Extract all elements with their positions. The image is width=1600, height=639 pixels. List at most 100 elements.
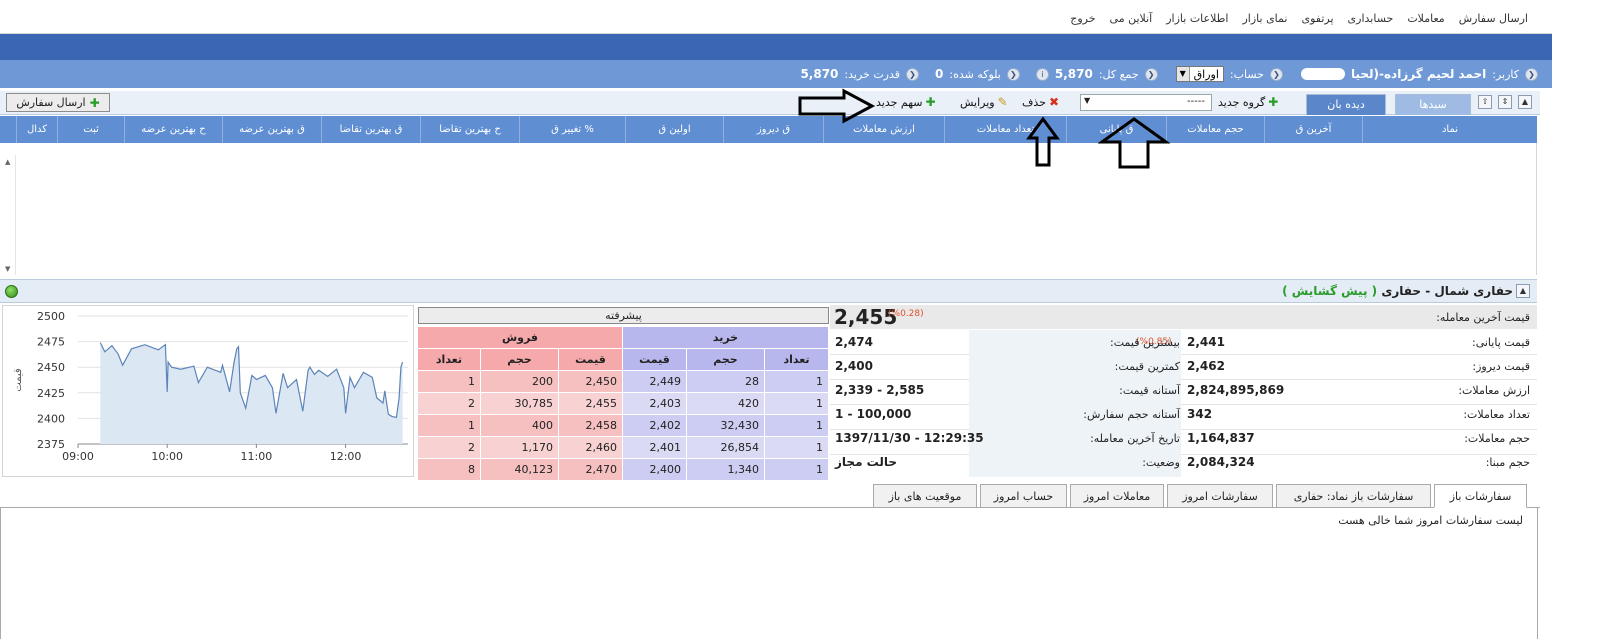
buy-count: 1 (764, 392, 829, 415)
last-trade-date-label: تاریخ آخرین معامله: (1090, 432, 1180, 445)
new-group-button[interactable]: ✚ گروه جدید (1218, 95, 1278, 109)
last-price-pct: (%0.28) (888, 309, 924, 319)
buy-volume-header: حجم (686, 348, 765, 371)
masked-name (1300, 68, 1345, 80)
chevron-down-icon: ▼ (1084, 96, 1091, 105)
book-row[interactable]: 1 420 2,403 2,455 30,785 2 (416, 392, 829, 415)
trade-count-value: 342 (1187, 407, 1213, 421)
menu-online[interactable]: آنلاین می (1110, 12, 1153, 25)
buy-price: 2,403 (621, 392, 688, 415)
add-order-icon: ✚ (89, 95, 100, 110)
trade-count-label: تعداد معاملات: (1463, 408, 1530, 421)
scroll-up-icon[interactable]: ▲ (5, 158, 10, 166)
tab-open-orders[interactable]: سفارشات باز (1434, 484, 1527, 508)
price-area (100, 342, 403, 444)
y-axis-label: قیمت (13, 368, 24, 392)
account-info-bar: ❮ کاربر: احمد لحیم گرزاده-(لحیا ❮ حساب: … (0, 60, 1552, 88)
book-row[interactable]: 1 26,854 2,401 2,460 1,170 2 (416, 436, 829, 459)
price-band-label: آستانه قیمت: (1119, 384, 1180, 397)
tab-today-account[interactable]: حساب امروز (980, 484, 1067, 508)
empty-orders-message: لیست سفارشات امروز شما خالی هست (1338, 514, 1523, 527)
buy-volume: 32,430 (686, 414, 765, 437)
y-tick-label: 2475 (37, 336, 65, 349)
col-change-pct[interactable]: تغییر ق % (519, 116, 625, 143)
menu-trades[interactable]: معاملات (1407, 12, 1444, 25)
book-row[interactable]: 1 32,430 2,402 2,458 400 1 (416, 414, 829, 437)
tab-symbol-open-orders[interactable]: سفارشات باز نماد: حفاری (1276, 484, 1431, 508)
collapse-icon[interactable]: ▲ (1518, 95, 1532, 109)
buy-count: 1 (764, 458, 829, 481)
col-first-price[interactable]: اولین ق (625, 116, 723, 143)
menu-accounting[interactable]: حسابداری (1348, 12, 1394, 25)
advanced-button[interactable]: پیشرفته (418, 307, 829, 324)
menu-market-info[interactable]: اطلاعات بازار (1166, 12, 1228, 25)
send-order-button[interactable]: ✚ ارسال سفارش (6, 93, 110, 112)
tab-watchlist[interactable]: دیده بان (1306, 94, 1386, 115)
move-top-icon[interactable]: ⇧ (1478, 95, 1492, 109)
col-best-bid-vol[interactable]: ح بهترین تقاضا (420, 116, 519, 143)
delete-icon: ✖ (1048, 95, 1060, 109)
x-tick-label: 12:00 (330, 450, 362, 463)
buy-price-header: قیمت (621, 348, 688, 371)
annotation-arrow-up-icon (1026, 116, 1060, 167)
tab-today-trades[interactable]: معاملات امروز (1070, 484, 1164, 508)
col-register[interactable]: ثبت (57, 116, 124, 143)
buy-volume: 28 (686, 370, 765, 393)
trade-value-label: ارزش معاملات: (1458, 384, 1530, 397)
tab-baskets[interactable]: سبدها (1395, 94, 1471, 115)
symbol-header: ▲ حفاری شمال - حفاری ( پیش گشایش ) (0, 279, 1537, 303)
col-last-price[interactable]: آخرین ق (1264, 116, 1362, 143)
tab-today-orders[interactable]: سفارشات امروز (1167, 484, 1273, 508)
y-tick-label: 2375 (37, 438, 65, 451)
tab-open-positions[interactable]: موقعیت های باز (873, 484, 977, 508)
col-volume[interactable]: حجم معاملات (1166, 116, 1264, 143)
menu-send-order[interactable]: ارسال سفارش (1459, 12, 1528, 25)
menu-exit[interactable]: خروج (1070, 12, 1095, 25)
buy-count: 1 (764, 436, 829, 459)
delete-label: حذف (1022, 95, 1046, 109)
book-row[interactable]: 1 28 2,449 2,450 200 1 (416, 370, 829, 393)
book-row[interactable]: 1 1,340 2,400 2,470 40,123 8 (416, 458, 829, 481)
group-select[interactable]: ----- ▼ (1080, 94, 1212, 111)
edit-label: ویرایش (960, 95, 995, 109)
sell-price-header: قیمت (557, 348, 623, 371)
chevron-left-icon: ❮ (1269, 67, 1283, 81)
col-symbol[interactable]: نماد (1362, 116, 1537, 143)
sort-icon[interactable]: ⇕ (1498, 95, 1512, 109)
watchlist-toolbar: ▲ ⇕ ⇧ سبدها دیده بان ✚ گروه جدید ----- ▼… (0, 91, 1540, 115)
pencil-icon: ✎ (997, 95, 1008, 109)
menu-portfolio[interactable]: پرتفوی (1301, 12, 1333, 25)
last-price-row (830, 305, 1537, 330)
sell-price: 2,470 (557, 458, 623, 481)
state-label: وضعیت: (1142, 456, 1180, 469)
info-icon[interactable]: i (1035, 67, 1049, 81)
col-best-ask-price[interactable]: ق بهترین عرضه (222, 116, 321, 143)
annotation-arrow-up-icon (1098, 117, 1170, 169)
top-menu: ارسال سفارش معاملات حسابداری پرتفوی نمای… (1070, 12, 1528, 25)
account-value: اوراق (1193, 67, 1219, 81)
account-select[interactable]: اوراق ▼ (1175, 66, 1224, 82)
edit-button[interactable]: ✎ ویرایش (960, 95, 1008, 109)
yesterday-label: قیمت دیروز: (1472, 360, 1530, 373)
watchlist-scrollbar[interactable]: ▲ ▼ (2, 155, 16, 275)
col-best-ask-vol[interactable]: ح بهترین عرضه (124, 116, 222, 143)
x-tick-label: 11:00 (241, 450, 273, 463)
buy-count-header: تعداد (764, 348, 829, 371)
delete-button[interactable]: ✖ حذف (1022, 95, 1059, 109)
buy-volume: 26,854 (686, 436, 765, 459)
user-name: احمد لحیم گرزاده-(لحیا (1350, 67, 1487, 81)
col-codal[interactable]: کدال (16, 116, 57, 143)
menu-market-view[interactable]: نمای بازار (1242, 12, 1287, 25)
col-best-bid-price[interactable]: ق بهترین تقاضا (321, 116, 420, 143)
sell-price: 2,458 (557, 414, 623, 437)
account-label: حساب: (1229, 67, 1264, 81)
new-stock-button[interactable]: ✚ سهم جدید (876, 95, 936, 109)
collapse-icon[interactable]: ▲ (1516, 284, 1530, 298)
base-volume-label: حجم مبنا: (1485, 456, 1530, 469)
trade-value-value: 2,824,895,869 (1187, 383, 1285, 397)
last-trade-date-value: 1397/11/30 - 12:29:35 (835, 431, 984, 445)
sell-volume: 30,785 (479, 392, 559, 415)
add-group-icon: ✚ (1268, 95, 1279, 109)
sell-volume-header: حجم (479, 348, 559, 371)
scroll-down-icon[interactable]: ▼ (5, 265, 10, 273)
